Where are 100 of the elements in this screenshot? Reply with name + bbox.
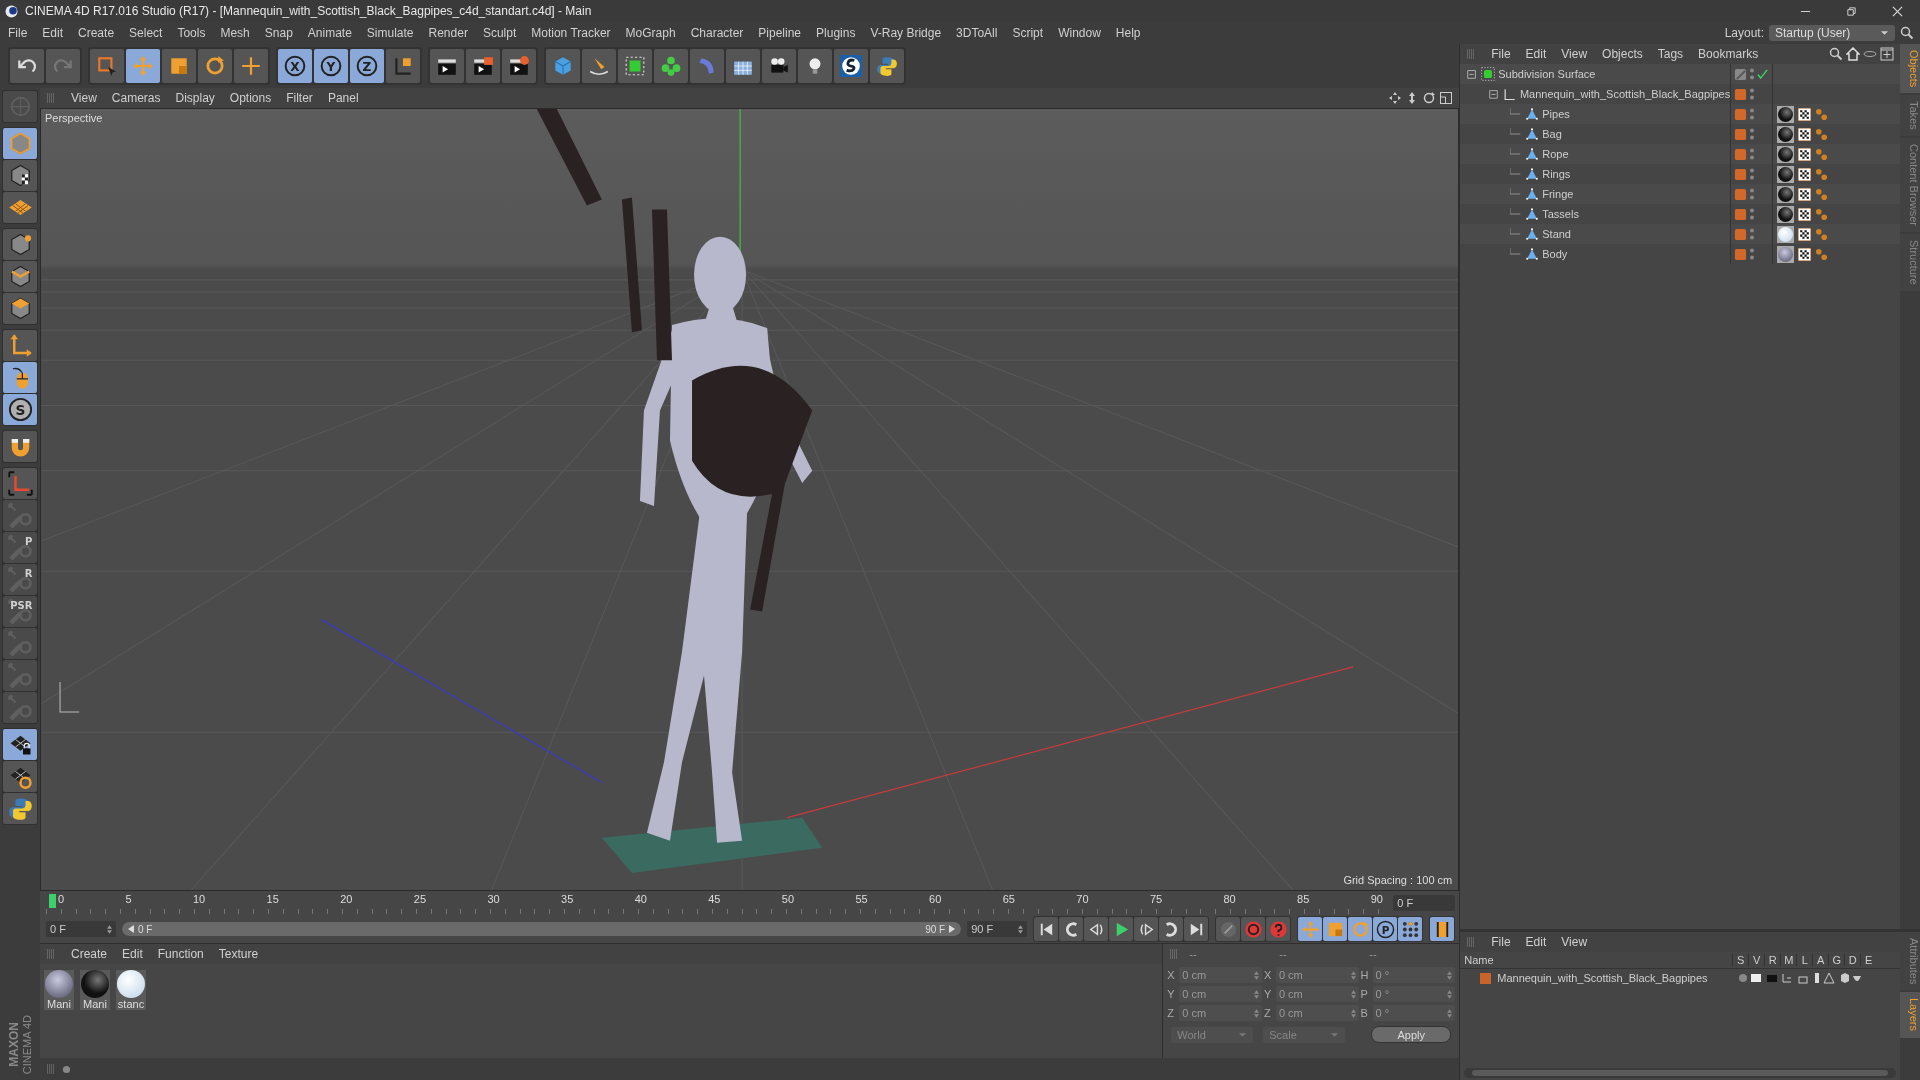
points-mode-button[interactable] xyxy=(3,229,37,260)
layout-dropdown[interactable]: Startup (User) xyxy=(1769,25,1895,41)
checker-tag-icon[interactable] xyxy=(1798,167,1812,181)
material-tag[interactable] xyxy=(1777,105,1795,123)
menu-item[interactable]: Sculpt xyxy=(482,26,517,40)
layer-flag-icons-drawing[interactable] xyxy=(1737,972,1862,984)
visibility-dots-icon[interactable] xyxy=(1749,167,1756,181)
menu-item[interactable]: Window xyxy=(1058,26,1101,40)
checker-tag-icon[interactable] xyxy=(1798,227,1812,241)
play-button[interactable] xyxy=(1109,917,1134,941)
next-key-button[interactable] xyxy=(1159,917,1184,941)
tree-branch-icon[interactable] xyxy=(1488,88,1501,100)
material-swatch[interactable]: Mani xyxy=(44,970,74,1010)
visibility-dots-icon[interactable] xyxy=(1749,227,1756,241)
axis-lock-button[interactable]: Z xyxy=(350,49,384,83)
material-tag[interactable] xyxy=(1777,205,1795,223)
object-name[interactable]: Subdivision Surface xyxy=(1498,68,1596,80)
edges-mode-button[interactable] xyxy=(3,261,37,292)
material-tag[interactable] xyxy=(1777,125,1795,143)
frame-range-slider[interactable]: 0 F 90 F xyxy=(122,922,962,936)
viewport-menu-item[interactable]: Panel xyxy=(327,91,359,105)
point-level-button[interactable] xyxy=(1398,917,1423,941)
two-dots-tag-icon[interactable] xyxy=(1815,127,1829,141)
layer-color-icon[interactable] xyxy=(1734,247,1748,261)
tweak-mode-button[interactable] xyxy=(3,362,37,393)
object-menu-item[interactable]: Objects xyxy=(1602,47,1643,61)
rotate-tool-button[interactable] xyxy=(198,49,232,83)
side-tab[interactable]: Layers xyxy=(1900,992,1920,1038)
subdivision-surface-button[interactable] xyxy=(618,49,652,83)
timeline-button[interactable] xyxy=(1430,917,1455,941)
object-menu-item[interactable]: Bookmarks xyxy=(1698,47,1759,61)
menu-item[interactable]: Help xyxy=(1115,26,1141,40)
previous-frame-button[interactable] xyxy=(1084,917,1109,941)
spinner-arrows-icon[interactable] xyxy=(1253,970,1259,980)
visibility-dots-icon[interactable] xyxy=(1749,87,1756,101)
polygons-mode-button[interactable] xyxy=(3,293,37,324)
orbit-view-icon[interactable] xyxy=(1422,91,1437,105)
axis-lock-button[interactable]: Y xyxy=(314,49,348,83)
object-row[interactable]: Rope xyxy=(1460,144,1900,164)
go-to-end-button[interactable] xyxy=(1184,917,1209,941)
checker-tag-icon[interactable] xyxy=(1798,147,1812,161)
coordinate-system-button[interactable] xyxy=(386,49,420,83)
menu-item[interactable]: 3DToAll xyxy=(956,26,998,40)
layer-menu-item[interactable]: View xyxy=(1561,935,1588,949)
layer-swatch-icon[interactable] xyxy=(1734,67,1748,81)
two-dots-tag-icon[interactable] xyxy=(1815,247,1829,261)
check-icon[interactable] xyxy=(1757,68,1769,80)
checker-tag-icon[interactable] xyxy=(1798,247,1812,261)
object-menu-item[interactable]: View xyxy=(1561,47,1588,61)
apply-button[interactable]: Apply xyxy=(1371,1026,1452,1043)
object-name[interactable]: Stand xyxy=(1542,228,1571,240)
snap-button[interactable] xyxy=(3,468,37,499)
floor-button[interactable] xyxy=(726,49,760,83)
camera-button[interactable] xyxy=(762,49,796,83)
go-to-start-button[interactable] xyxy=(1034,917,1059,941)
object-menu-item[interactable]: File xyxy=(1491,47,1511,61)
previous-key-button[interactable] xyxy=(1059,917,1084,941)
checker-tag-icon[interactable] xyxy=(1798,187,1812,201)
checker-tag-icon[interactable] xyxy=(1798,127,1812,141)
side-tab[interactable]: Objects xyxy=(1900,44,1920,94)
record-button[interactable] xyxy=(1241,917,1266,941)
material-swatch[interactable]: Mani xyxy=(80,970,110,1010)
axis-lock-button[interactable]: X xyxy=(278,49,312,83)
menu-item[interactable]: Pipeline xyxy=(758,26,802,40)
python-button[interactable] xyxy=(3,793,37,824)
live-selection-button[interactable] xyxy=(90,49,124,83)
visibility-dots-icon[interactable] xyxy=(1749,127,1756,141)
object-name[interactable]: Mannequin_with_Scottish_Black_Bagpipes xyxy=(1519,88,1731,100)
object-row[interactable]: Fringe xyxy=(1460,184,1900,204)
spinner-arrows-icon[interactable] xyxy=(1018,924,1024,934)
layer-name[interactable]: Mannequin_with_Scottish_Black_Bagpipes xyxy=(1497,972,1732,984)
menu-item[interactable]: File xyxy=(8,26,28,40)
search-icon[interactable] xyxy=(1829,47,1843,61)
python-button[interactable] xyxy=(870,49,904,83)
viewport-menu-item[interactable]: View xyxy=(71,91,97,105)
checker-tag-icon[interactable] xyxy=(1798,207,1812,221)
layer-color-icon[interactable] xyxy=(1734,147,1748,161)
layer-menu-item[interactable]: File xyxy=(1491,935,1511,949)
viewport-menu-item[interactable]: Cameras xyxy=(111,91,161,105)
menu-item[interactable]: Animate xyxy=(307,26,352,40)
layer-color-icon[interactable] xyxy=(1734,227,1748,241)
material-menu-item[interactable]: Texture xyxy=(218,947,259,961)
bagpipes-drawing[interactable] xyxy=(536,109,813,612)
texture-mode-button[interactable] xyxy=(3,160,37,191)
spinner-arrows-icon[interactable] xyxy=(1253,1008,1259,1018)
layer-color-icon[interactable] xyxy=(1734,207,1748,221)
object-name[interactable]: Rings xyxy=(1542,168,1571,180)
scale-tool-button[interactable] xyxy=(1323,917,1348,941)
material-tag[interactable] xyxy=(1777,225,1795,243)
workplane-mode-button[interactable] xyxy=(3,192,37,223)
keyframe-button[interactable] xyxy=(1216,917,1241,941)
menu-item[interactable]: V-Ray Bridge xyxy=(870,26,942,40)
material-tag[interactable] xyxy=(1777,165,1795,183)
sketch-render-button[interactable] xyxy=(834,49,868,83)
search-icon[interactable] xyxy=(1900,26,1914,40)
layer-color-icon[interactable] xyxy=(1734,167,1748,181)
spinner-arrows-icon[interactable] xyxy=(1447,989,1453,999)
render-settings-button[interactable] xyxy=(502,49,536,83)
two-dots-tag-icon[interactable] xyxy=(1815,207,1829,221)
material-tag[interactable] xyxy=(1777,245,1795,263)
